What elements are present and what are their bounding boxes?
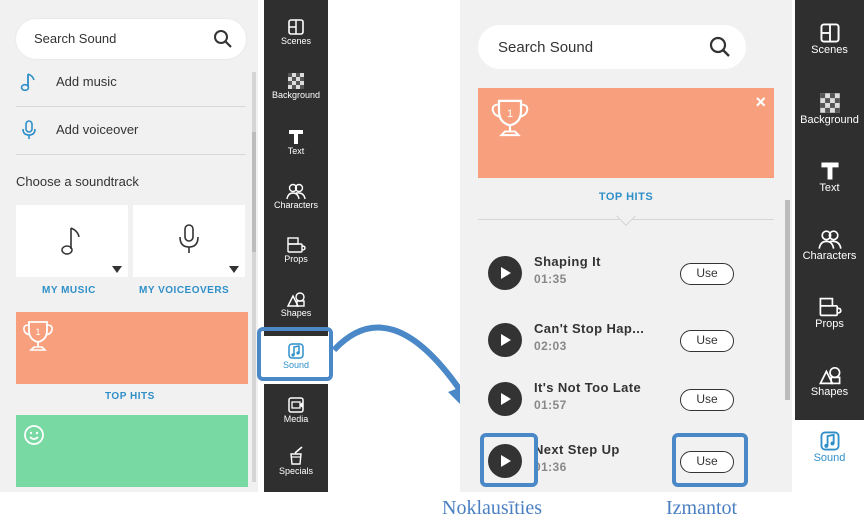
track-duration: 02:03 (534, 339, 567, 353)
use-button[interactable]: Use (680, 389, 734, 411)
sound-icon (820, 431, 839, 451)
dropdown-corner-icon[interactable] (229, 266, 239, 273)
play-button[interactable] (488, 382, 522, 416)
tool-props[interactable]: Props (795, 296, 864, 330)
top-hits-banner: 1 × (478, 88, 774, 178)
scrollbar[interactable] (785, 200, 790, 400)
my-voiceovers-label: MY VOICEOVERS (139, 285, 230, 296)
use-highlight (672, 433, 748, 487)
svg-text:1: 1 (507, 108, 513, 120)
background-icon (819, 93, 840, 113)
scrollbar-thumb[interactable] (252, 132, 256, 252)
tool-characters[interactable]: Characters (264, 182, 328, 210)
track-name: Next Step Up (534, 442, 620, 457)
track-row: It's Not Too Late 01:57 Use (488, 376, 768, 426)
track-duration: 01:57 (534, 398, 567, 412)
use-button[interactable]: Use (680, 263, 734, 285)
play-button[interactable] (488, 256, 522, 290)
scenes-icon (819, 23, 840, 43)
happy-card[interactable] (16, 415, 248, 487)
specials-icon (290, 446, 303, 465)
tool-shapes[interactable]: Shapes (795, 364, 864, 398)
music-note-icon (20, 73, 35, 92)
search-placeholder: Search Sound (34, 31, 117, 46)
props-icon (287, 237, 306, 253)
search-placeholder: Search Sound (498, 39, 594, 56)
add-music-label: Add music (56, 74, 117, 89)
screenshot: Search Sound Add music Add voiceover Cho… (0, 0, 864, 526)
tool-scenes[interactable]: Scenes (264, 18, 328, 46)
tool-specials[interactable]: Specials (264, 446, 328, 476)
background-icon (288, 73, 304, 89)
text-icon (820, 162, 839, 180)
track-name: Shaping It (534, 254, 601, 269)
music-note-icon (61, 227, 80, 255)
close-icon[interactable]: × (755, 92, 766, 113)
media-icon (288, 397, 304, 413)
track-duration: 01:36 (534, 460, 567, 474)
tool-characters[interactable]: Characters (795, 228, 864, 262)
use-button[interactable]: Use (680, 330, 734, 352)
divider-notch (616, 206, 636, 226)
trophy-icon: 1 (491, 99, 529, 137)
svg-text:1: 1 (35, 327, 40, 337)
search-icon[interactable] (708, 35, 732, 59)
tool-sound-active[interactable]: Sound (795, 420, 864, 492)
microphone-icon (179, 224, 199, 253)
track-name: It's Not Too Late (534, 380, 642, 395)
tool-background[interactable]: Background (795, 92, 864, 126)
characters-icon (286, 183, 306, 200)
left-toolbar: Scenes Background Text Characters Props … (264, 0, 328, 492)
shapes-icon (818, 366, 840, 385)
tool-shapes[interactable]: Shapes (264, 290, 328, 318)
my-voiceovers-card[interactable] (133, 205, 245, 277)
props-icon (819, 297, 842, 317)
smiley-icon (24, 425, 44, 445)
shapes-icon (286, 292, 305, 307)
my-music-card[interactable] (16, 205, 128, 277)
microphone-icon (22, 120, 36, 139)
tool-text[interactable]: Text (795, 160, 864, 194)
characters-icon (817, 230, 842, 249)
play-button[interactable] (488, 323, 522, 357)
play-highlight (480, 433, 538, 487)
listen-caption: Noklausīties (442, 497, 542, 519)
track-row: Can't Stop Hap... 02:03 Use (488, 317, 768, 367)
track-name: Can't Stop Hap... (534, 321, 645, 336)
tool-props[interactable]: Props (264, 236, 328, 264)
choose-soundtrack-heading: Choose a soundtrack (16, 174, 139, 189)
left-sound-panel: Search Sound Add music Add voiceover Cho… (0, 0, 258, 492)
search-input[interactable]: Search Sound (16, 19, 246, 59)
trophy-icon: 1 (23, 321, 53, 351)
right-toolbar: Scenes Background Text Characters Props … (795, 0, 864, 492)
track-row: Shaping It 01:35 Use (488, 250, 768, 300)
add-voiceover-button[interactable]: Add voiceover (16, 107, 246, 155)
tool-text[interactable]: Text (264, 128, 328, 156)
top-hits-card[interactable]: 1 (16, 312, 248, 384)
text-icon (289, 130, 303, 144)
right-sound-panel: Search Sound 1 × TOP HITS Shaping It 01:… (460, 0, 792, 492)
tool-scenes[interactable]: Scenes (795, 22, 864, 56)
my-music-label: MY MUSIC (42, 285, 96, 296)
scenes-icon (288, 19, 304, 35)
top-hits-label: TOP HITS (105, 391, 155, 402)
dropdown-corner-icon[interactable] (112, 266, 122, 273)
add-voiceover-label: Add voiceover (56, 122, 139, 137)
tool-media[interactable]: Media (264, 396, 328, 424)
scrollbar[interactable] (252, 72, 256, 482)
track-duration: 01:35 (534, 272, 567, 286)
search-icon[interactable] (212, 28, 234, 50)
tool-background[interactable]: Background (264, 72, 328, 100)
search-input[interactable]: Search Sound (478, 25, 746, 69)
top-hits-heading: TOP HITS (598, 191, 654, 203)
use-caption: Izmantot (666, 497, 738, 519)
add-music-button[interactable]: Add music (16, 59, 246, 107)
